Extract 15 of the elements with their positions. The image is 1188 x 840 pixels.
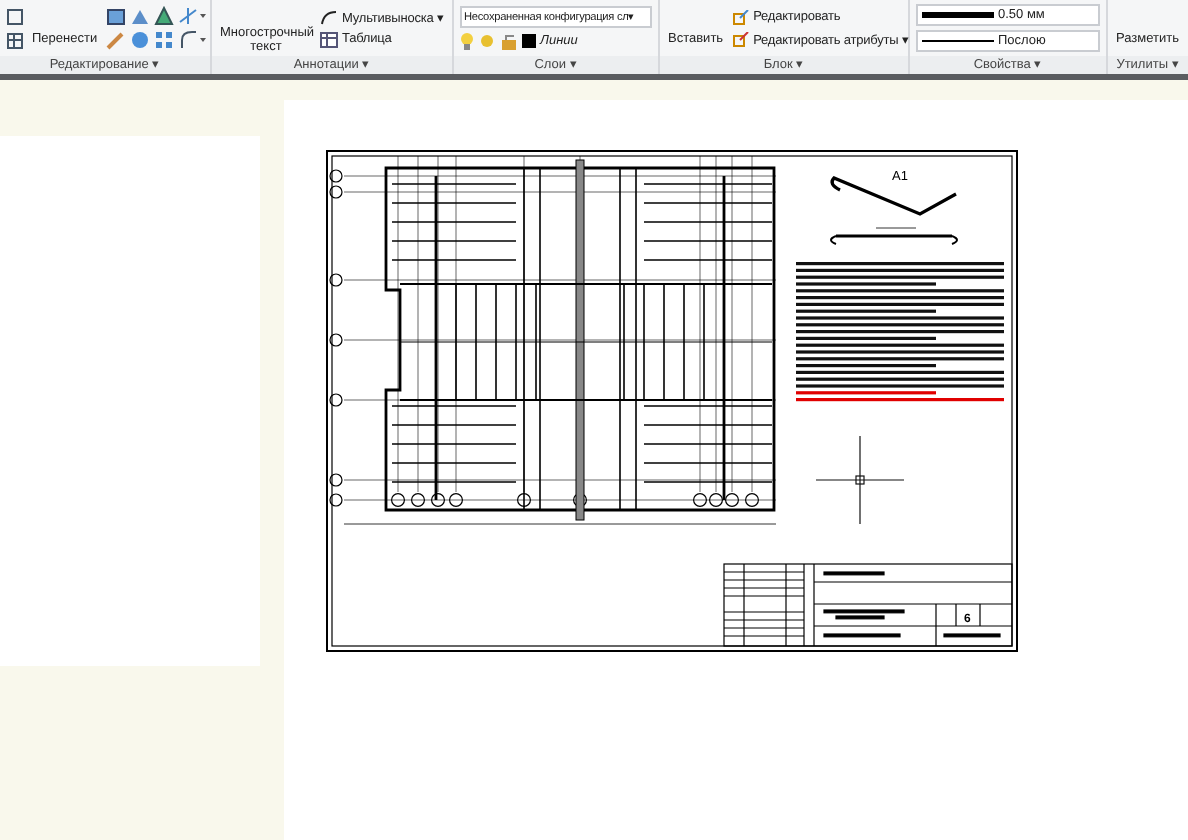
triangle-icon[interactable] bbox=[153, 6, 174, 26]
array-icon[interactable] bbox=[153, 30, 174, 50]
block-edit-icon bbox=[731, 9, 750, 25]
leader-icon bbox=[320, 9, 338, 25]
move-icon[interactable] bbox=[6, 7, 24, 25]
trim-icon[interactable] bbox=[177, 6, 206, 26]
fillet-icon[interactable] bbox=[177, 30, 206, 50]
color-swatch bbox=[522, 34, 536, 48]
table-icon bbox=[320, 31, 338, 47]
attribute-edit-icon bbox=[731, 31, 750, 47]
stretch-icon[interactable] bbox=[6, 31, 24, 49]
lightbulb-icon bbox=[460, 32, 474, 50]
lock-icon bbox=[500, 32, 518, 50]
rebar-detail-drawing bbox=[830, 176, 958, 245]
crosshair-cursor-icon bbox=[815, 435, 905, 525]
